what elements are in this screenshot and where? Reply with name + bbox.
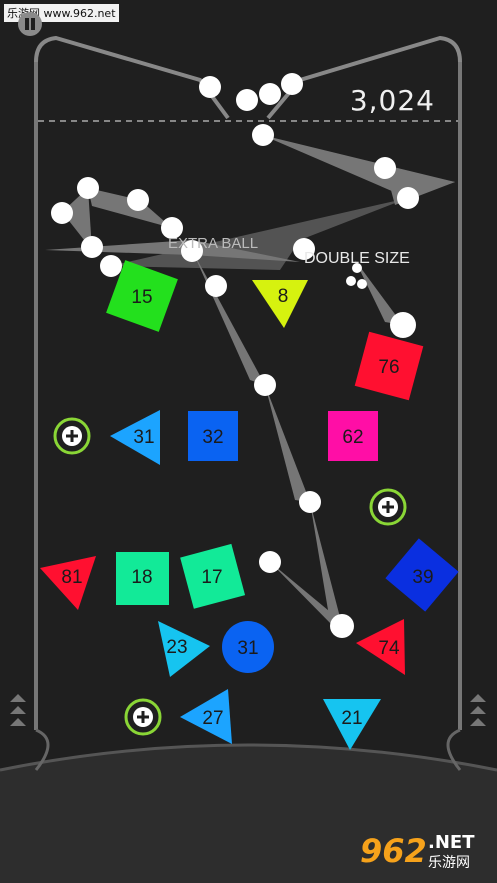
svg-text:8: 8 xyxy=(278,286,289,307)
svg-text:31: 31 xyxy=(133,427,154,448)
block-square-62: 62 xyxy=(328,411,378,461)
svg-text:23: 23 xyxy=(166,637,187,658)
svg-text:27: 27 xyxy=(202,708,223,729)
logo-suffix: .NET xyxy=(428,832,475,853)
watermark-logo: 962 .NET 乐游网 xyxy=(356,830,491,874)
block-square-32: 32 xyxy=(188,411,238,461)
svg-text:17: 17 xyxy=(201,567,222,588)
block-square-39: 39 xyxy=(385,538,459,612)
block-triangle-21: 21 xyxy=(323,699,381,750)
score-display: 3,024 xyxy=(349,84,435,117)
left-up-icon[interactable] xyxy=(10,694,26,726)
svg-text:31: 31 xyxy=(237,638,258,659)
svg-text:81: 81 xyxy=(61,567,82,588)
svg-text:21: 21 xyxy=(341,708,362,729)
plus-pickup-icon xyxy=(53,417,91,455)
block-square-17: 17 xyxy=(180,543,246,609)
block-triangle-23: 23 xyxy=(158,621,210,677)
extra-ball-label: EXTRA BALL xyxy=(168,235,259,252)
svg-text:62: 62 xyxy=(342,427,363,448)
svg-text:74: 74 xyxy=(378,638,400,659)
logo-cn: 乐游网 xyxy=(428,855,470,871)
double-size-label: DOUBLE SIZE xyxy=(304,250,410,267)
svg-text:39: 39 xyxy=(412,567,433,588)
svg-text:18: 18 xyxy=(131,567,152,588)
block-triangle-27: 27 xyxy=(180,689,232,744)
block-triangle-31a: 31 xyxy=(110,410,160,465)
svg-text:15: 15 xyxy=(131,287,152,308)
block-triangle-81: 81 xyxy=(40,556,96,610)
svg-text:76: 76 xyxy=(378,357,399,378)
svg-text:32: 32 xyxy=(202,427,223,448)
right-up-icon[interactable] xyxy=(470,694,486,726)
plus-pickup-icon xyxy=(369,488,407,526)
block-square-18: 18 xyxy=(116,552,169,605)
block-triangle-8: 8 xyxy=(252,280,308,328)
game-field[interactable]: 15 8 76 31 32 62 81 18 17 39 23 31 74 27… xyxy=(0,0,497,883)
plus-pickup-icon xyxy=(124,698,162,736)
block-triangle-74: 74 xyxy=(356,619,405,675)
block-square-76: 76 xyxy=(354,331,424,401)
logo-number: 962 xyxy=(360,832,427,870)
block-circle-31: 31 xyxy=(222,621,274,673)
left-top-rail xyxy=(34,35,230,120)
